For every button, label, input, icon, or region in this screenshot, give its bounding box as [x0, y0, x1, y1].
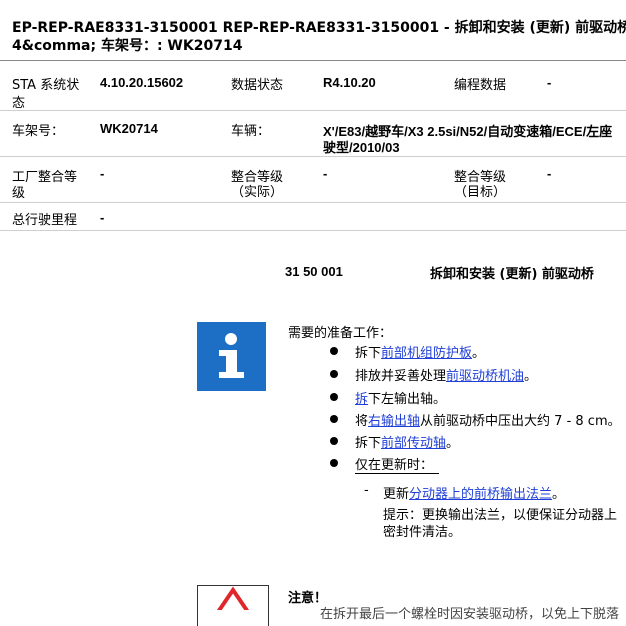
prep-heading: 需要的准备工作： — [288, 326, 393, 341]
prep-item-text: 。 — [524, 369, 538, 384]
transfer-box-flange-link[interactable]: 分动器上的前桥输出法兰 — [409, 487, 552, 502]
vin-value: WK20714 — [100, 121, 158, 136]
row-divider — [0, 110, 626, 111]
prep-item-text: 从前驱动桥中压出大约 7 - 8 cm。 — [420, 414, 621, 429]
ista-status-label: STA 系统状 — [12, 78, 80, 93]
sub-item-text: 。 — [552, 487, 566, 502]
document-subtitle: 4&comma; 车架号：: WK20714 — [12, 38, 243, 54]
mileage-value: - — [100, 210, 105, 225]
vehicle-value-cont: 驶型/2010/03 — [323, 140, 400, 155]
data-status-label: 数据状态 — [231, 78, 284, 93]
warning-icon — [197, 585, 269, 626]
prep-item: 将右输出轴从前驱动桥中压出大约 7 - 8 cm。 — [355, 410, 621, 429]
row-divider — [0, 156, 626, 157]
sub-item-text: 更新 — [383, 487, 410, 502]
prep-item: 仅在更新时： — [355, 454, 440, 474]
front-axle-oil-link[interactable]: 前驱动桥机油 — [446, 369, 524, 384]
bullet — [330, 370, 338, 378]
procedure-number: 31 50 001 — [285, 264, 343, 279]
bullet — [330, 347, 338, 355]
bullet — [330, 393, 338, 401]
programming-data-value: - — [547, 75, 552, 90]
only-when-renewing-text: 仅在更新时： — [355, 458, 440, 474]
header-divider — [0, 60, 626, 61]
integration-target-value: - — [547, 166, 552, 181]
sub-item-dash: - — [364, 483, 369, 498]
prep-item-text: 。 — [446, 436, 460, 451]
prep-item-text: 排放并妥善处理 — [355, 369, 447, 384]
bullet — [330, 459, 338, 467]
prep-item: 拆下前部传动轴。 — [355, 432, 459, 451]
bullet — [330, 437, 338, 445]
integration-actual-label-cont: （实际） — [231, 185, 284, 200]
hint-text-cont: 密封件清洁。 — [383, 525, 462, 540]
ista-status-value: 4.10.20.15602 — [100, 75, 184, 90]
info-icon — [197, 322, 266, 391]
row-divider — [0, 202, 626, 203]
prep-item-text: 拆下 — [355, 346, 382, 361]
prep-item: 拆下前部机组防护板。 — [355, 342, 485, 361]
remove-left-shaft-link[interactable]: 拆 — [355, 392, 368, 407]
right-output-shaft-link[interactable]: 右输出轴 — [368, 414, 420, 429]
prep-item-text: 将 — [355, 414, 369, 429]
front-propeller-shaft-link[interactable]: 前部传动轴 — [381, 436, 446, 451]
mileage-label: 总行驶里程 — [12, 213, 78, 228]
prep-item-text: 拆下 — [355, 436, 382, 451]
prep-item-text: 。 — [472, 346, 486, 361]
integration-target-label-cont: （目标） — [454, 185, 507, 200]
prep-item-text: 下左输出轴。 — [368, 392, 447, 407]
document-title: EP-REP-RAE8331-3150001 REP-REP-RAE8331-3… — [12, 20, 626, 36]
bullet — [330, 415, 338, 423]
integration-actual-value: - — [323, 166, 328, 181]
procedure-title: 拆卸和安装 (更新) 前驱动桥 — [430, 267, 594, 282]
prep-item: 拆下左输出轴。 — [355, 388, 446, 407]
prep-item: 排放并妥善处理前驱动桥机油。 — [355, 365, 537, 384]
front-engine-guard-link[interactable]: 前部机组防护板 — [381, 346, 472, 361]
data-status-value: R4.10.20 — [323, 75, 376, 90]
ista-status-label-cont: 态 — [12, 96, 26, 111]
programming-data-label: 编程数据 — [454, 78, 507, 93]
note-text: 在拆开最后一个螺栓时因安装驱动桥，以免上下脱落 — [320, 607, 620, 622]
table-bottom-divider — [0, 230, 626, 231]
vin-label: 车架号： — [12, 124, 65, 139]
sub-item: 更新分动器上的前桥输出法兰。 — [383, 483, 565, 502]
factory-integration-label-cont: 级 — [12, 186, 26, 201]
factory-integration-value: - — [100, 166, 105, 181]
vehicle-label: 车辆： — [231, 124, 271, 139]
